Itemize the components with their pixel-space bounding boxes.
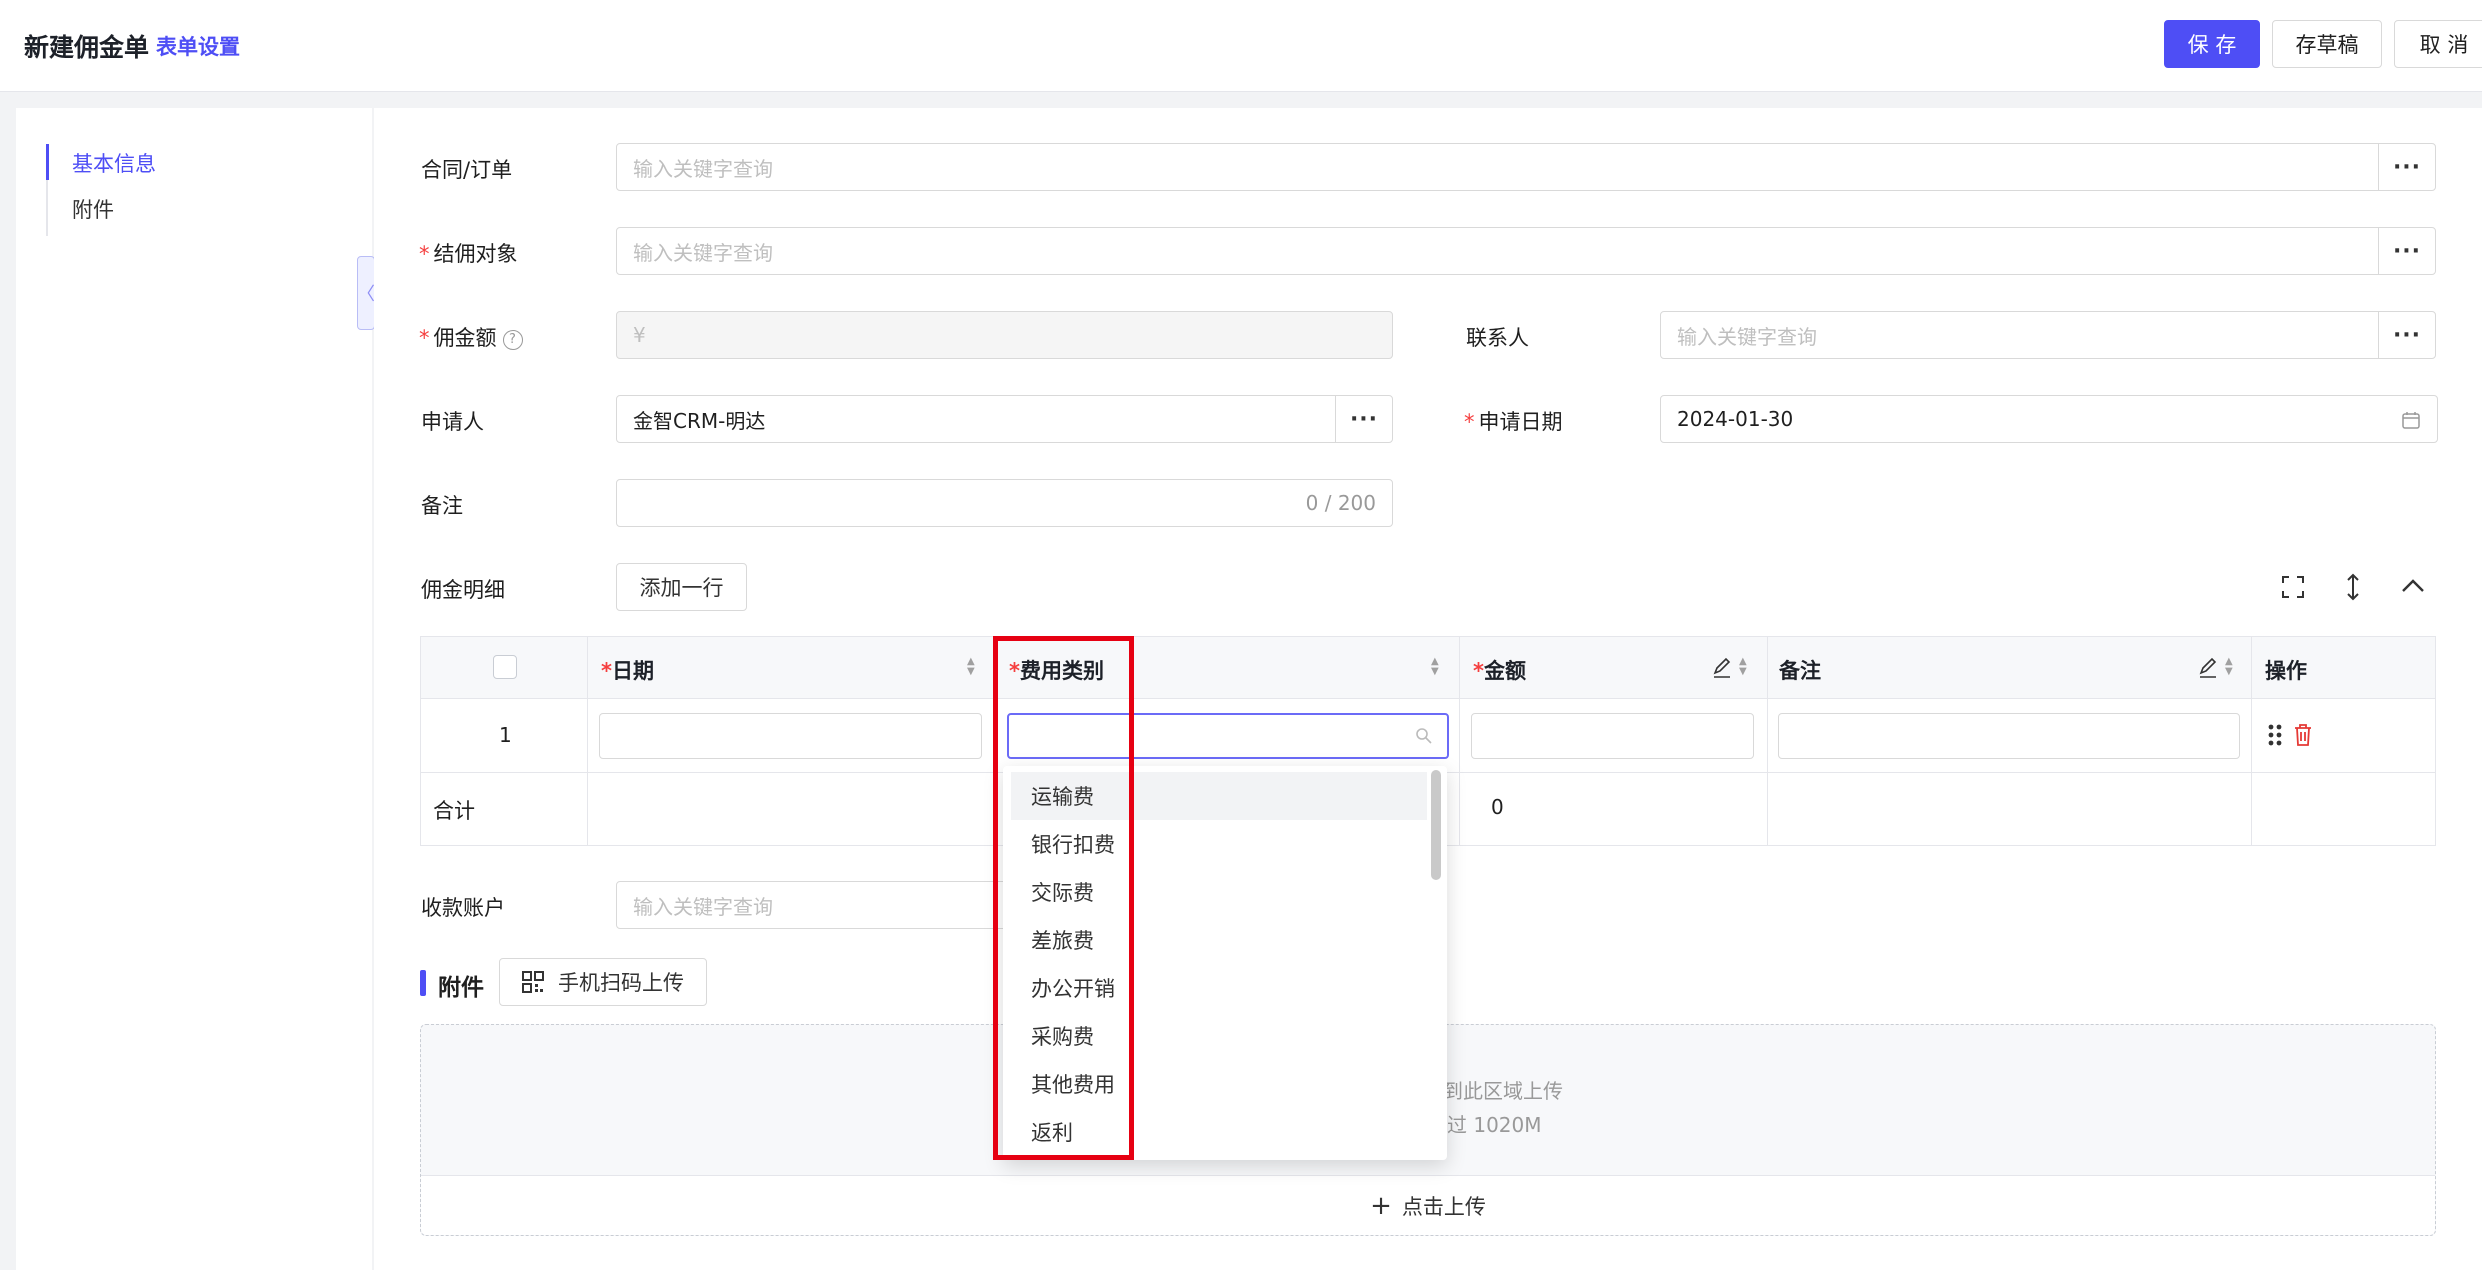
account-label: 收款账户 — [421, 896, 505, 920]
col-divider — [587, 637, 588, 845]
sort-icon[interactable]: ▲ ▼ — [1431, 657, 1439, 677]
form-settings-link[interactable]: 表单设置 — [156, 31, 240, 61]
add-row-button[interactable]: 添加一行 — [616, 563, 747, 611]
page-title: 新建佣金单 — [24, 33, 150, 62]
total-amount: 0 — [1491, 795, 1504, 819]
collapse-sidebar-handle[interactable]: 〈 — [357, 256, 375, 330]
scan-upload-button[interactable]: 手机扫码上传 — [499, 958, 707, 1006]
qr-code-icon — [522, 971, 544, 993]
nav-item-basic-info[interactable]: 基本信息 — [72, 148, 156, 178]
applicant-more-button[interactable]: ··· — [1335, 395, 1393, 443]
settle-target-more-button[interactable]: ··· — [2378, 227, 2436, 275]
highlight-box — [993, 636, 1134, 1160]
more-icon: ··· — [2392, 322, 2422, 348]
contract-input[interactable]: 输入关键字查询 — [616, 143, 2380, 191]
select-all-checkbox[interactable] — [493, 655, 517, 679]
col-divider — [1459, 637, 1460, 845]
remark-label: 备注 — [421, 494, 463, 518]
apply-date-input[interactable]: 2024-01-30 — [1660, 395, 2438, 443]
row-height-icon[interactable] — [2340, 572, 2366, 602]
more-icon: ··· — [1349, 406, 1379, 432]
chevron-left-icon: 〈 — [357, 284, 375, 305]
col-actions: 操作 — [2265, 659, 2307, 683]
delete-icon[interactable] — [2293, 723, 2313, 747]
contract-more-button[interactable]: ··· — [2378, 143, 2436, 191]
table-header: *日期 ▲ ▼ *费用类别 ▲ ▼ *金额 ▲ ▼ 备注 ▲ ▼ 操作 — [421, 637, 2435, 699]
more-icon: ··· — [2392, 238, 2422, 264]
col-remark[interactable]: 备注 — [1779, 655, 1821, 685]
settle-target-label: * 结佣对象 — [419, 242, 518, 266]
settle-target-input[interactable]: 输入关键字查询 — [616, 227, 2380, 275]
chevron-up-icon[interactable] — [2400, 576, 2426, 596]
size-hint: 过 1020M — [1447, 1113, 1542, 1137]
col-divider — [2251, 637, 2252, 845]
remark-cell-input[interactable] — [1778, 713, 2240, 759]
remark-input[interactable]: 0 / 200 — [616, 479, 1393, 527]
account-input[interactable]: 输入关键字查询 — [616, 881, 1016, 929]
click-upload-button[interactable]: + 点击上传 — [421, 1175, 2435, 1235]
help-icon[interactable]: ? — [502, 329, 523, 350]
more-icon: ··· — [2392, 154, 2422, 180]
calendar-icon — [2402, 412, 2420, 429]
sort-icon[interactable]: ▲ ▼ — [1739, 657, 1747, 677]
page-header: 新建佣金单 表单设置 保 存 存草稿 取 消 — [0, 0, 2482, 92]
contact-more-button[interactable]: ··· — [2378, 311, 2436, 359]
attachments-title: 附件 — [438, 975, 484, 1001]
drop-hint: 到此区域上传 — [1443, 1079, 1563, 1103]
col-divider — [1767, 637, 1768, 845]
fullscreen-icon[interactable] — [2280, 574, 2306, 600]
section-marker — [420, 970, 426, 996]
dropdown-scrollbar[interactable] — [1431, 770, 1441, 880]
applicant-input[interactable]: 金智CRM-明达 — [616, 395, 1336, 443]
drag-handle-icon[interactable] — [2267, 723, 2283, 747]
contract-label: 合同/订单 — [421, 158, 513, 182]
detail-label: 佣金明细 — [421, 578, 505, 602]
contact-label: 联系人 — [1466, 326, 1529, 350]
commission-label: * 佣金额? — [419, 322, 523, 352]
amount-cell-input[interactable] — [1471, 713, 1754, 759]
nav-item-attachments[interactable]: 附件 — [72, 194, 114, 224]
col-amount[interactable]: *金额 — [1473, 655, 1526, 685]
nav-active-indicator — [46, 144, 49, 180]
batch-edit-icon[interactable] — [1711, 657, 1733, 679]
contact-input[interactable]: 输入关键字查询 — [1660, 311, 2380, 359]
row-index: 1 — [499, 723, 512, 747]
batch-edit-icon[interactable] — [2197, 657, 2219, 679]
section-nav: 基本信息 附件 — [16, 108, 372, 1270]
remark-counter: 0 / 200 — [1305, 491, 1376, 515]
save-draft-button[interactable]: 存草稿 — [2272, 20, 2382, 68]
commission-input: ¥ — [616, 311, 1393, 359]
plus-icon: + — [1370, 1190, 1392, 1221]
save-button[interactable]: 保 存 — [2164, 20, 2260, 68]
search-icon — [1416, 728, 1432, 744]
sort-icon[interactable]: ▲ ▼ — [967, 657, 975, 677]
total-label: 合计 — [433, 799, 475, 823]
col-date[interactable]: *日期 — [601, 655, 654, 685]
sort-icon[interactable]: ▲ ▼ — [2225, 657, 2233, 677]
apply-date-label: * 申请日期 — [1464, 410, 1563, 434]
cancel-button[interactable]: 取 消 — [2394, 20, 2482, 68]
applicant-label: 申请人 — [421, 410, 484, 434]
table-row: 1 — [421, 699, 2435, 773]
date-cell-input[interactable] — [599, 713, 982, 759]
